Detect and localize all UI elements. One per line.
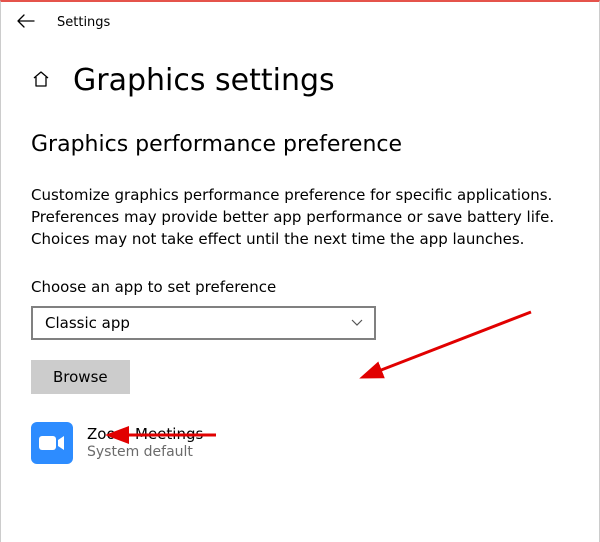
app-name: Zoom Meetings bbox=[87, 425, 203, 444]
topbar: Settings bbox=[1, 2, 599, 39]
app-preference: System default bbox=[87, 444, 203, 462]
zoom-app-icon bbox=[31, 422, 73, 464]
back-arrow-icon[interactable] bbox=[13, 12, 39, 33]
section-title: Graphics performance preference bbox=[31, 132, 569, 157]
app-list-item[interactable]: Zoom Meetings System default bbox=[31, 422, 569, 464]
page-title: Graphics settings bbox=[73, 63, 335, 98]
page-content: Graphics settings Graphics performance p… bbox=[1, 39, 599, 464]
dropdown-value: Classic app bbox=[45, 314, 130, 332]
home-icon[interactable] bbox=[31, 69, 51, 93]
choose-app-label: Choose an app to set preference bbox=[31, 278, 569, 296]
app-type-dropdown[interactable]: Classic app bbox=[31, 306, 376, 340]
page-heading: Graphics settings bbox=[31, 63, 569, 98]
browse-button[interactable]: Browse bbox=[31, 360, 130, 394]
app-text: Zoom Meetings System default bbox=[87, 425, 203, 461]
chevron-down-icon bbox=[350, 318, 364, 328]
description-text: Customize graphics performance preferenc… bbox=[31, 185, 569, 250]
topbar-title: Settings bbox=[57, 15, 110, 30]
